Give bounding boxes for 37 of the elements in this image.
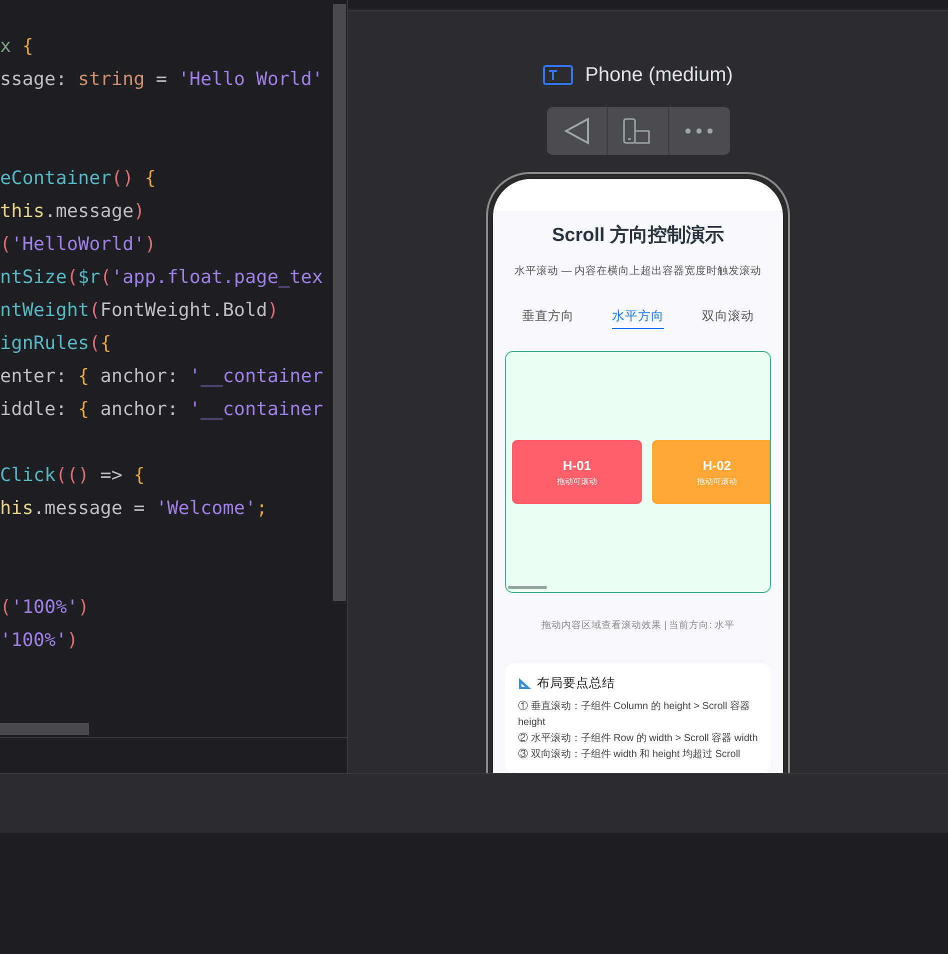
- scroll-indicator: [508, 586, 547, 589]
- device-label: Phone (medium): [585, 63, 733, 88]
- code-line: enter: { anchor: '__container: [0, 364, 324, 389]
- text-box-icon: [543, 65, 574, 85]
- caption: 拖动内容区域查看滚动效果 | 当前方向: 水平: [541, 619, 735, 633]
- code-line: this.message): [0, 200, 145, 224]
- direction-tab[interactable]: 双向滚动: [702, 307, 754, 329]
- summary-line: ③ 双向滚动：子组件 width 和 height 均超过 Scroll: [518, 748, 742, 762]
- card-title: H-02: [702, 456, 732, 475]
- code-line: his.message = 'Welcome';: [0, 496, 268, 521]
- vertical-scrollbar[interactable]: [333, 4, 346, 601]
- code-line: Click(() => {: [0, 464, 145, 488]
- card-subtitle: 拖动可滚动: [557, 476, 597, 488]
- phone-rotate-icon: [622, 118, 652, 144]
- app-title: Scroll 方向控制演示: [552, 224, 724, 248]
- code-line: ('100%'): [0, 596, 90, 620]
- code-line: ntSize($r('app.float.page_tex: [0, 266, 324, 290]
- code-line: ignRules({: [0, 332, 112, 356]
- more-icon: [685, 128, 713, 134]
- code-line: ntWeight(FontWeight.Bold): [0, 298, 278, 323]
- code-line: eContainer() {: [0, 166, 156, 191]
- code-line: ('HelloWorld'): [0, 232, 156, 257]
- app-subtitle: 水平滚动 — 内容在横向上超出容器宽度时触发滚动: [514, 264, 762, 278]
- summary-line: ① 垂直滚动：子组件 Column 的 height > Scroll 容器 height: [518, 700, 751, 730]
- summary-line: ② 水平滚动：子组件 Row 的 width > Scroll 容器 width: [518, 732, 758, 746]
- code-line: iddle: { anchor: '__container: [0, 398, 324, 422]
- code-line: '100%'): [0, 628, 78, 653]
- code-line: x {: [0, 34, 34, 59]
- ruler-triangle-icon: [518, 677, 532, 690]
- card-title: H-01: [562, 456, 592, 475]
- back-triangle-icon: [564, 117, 590, 145]
- direction-tab[interactable]: 垂直方向: [522, 307, 574, 329]
- code-line: ssage: string = 'Hello World': [0, 68, 324, 92]
- horizontal-scrollbar[interactable]: [0, 723, 89, 735]
- direction-tab[interactable]: 水平方向: [612, 307, 664, 329]
- summary-title: 布局要点总结: [537, 675, 615, 692]
- card-subtitle: 拖动可滚动: [697, 476, 737, 488]
